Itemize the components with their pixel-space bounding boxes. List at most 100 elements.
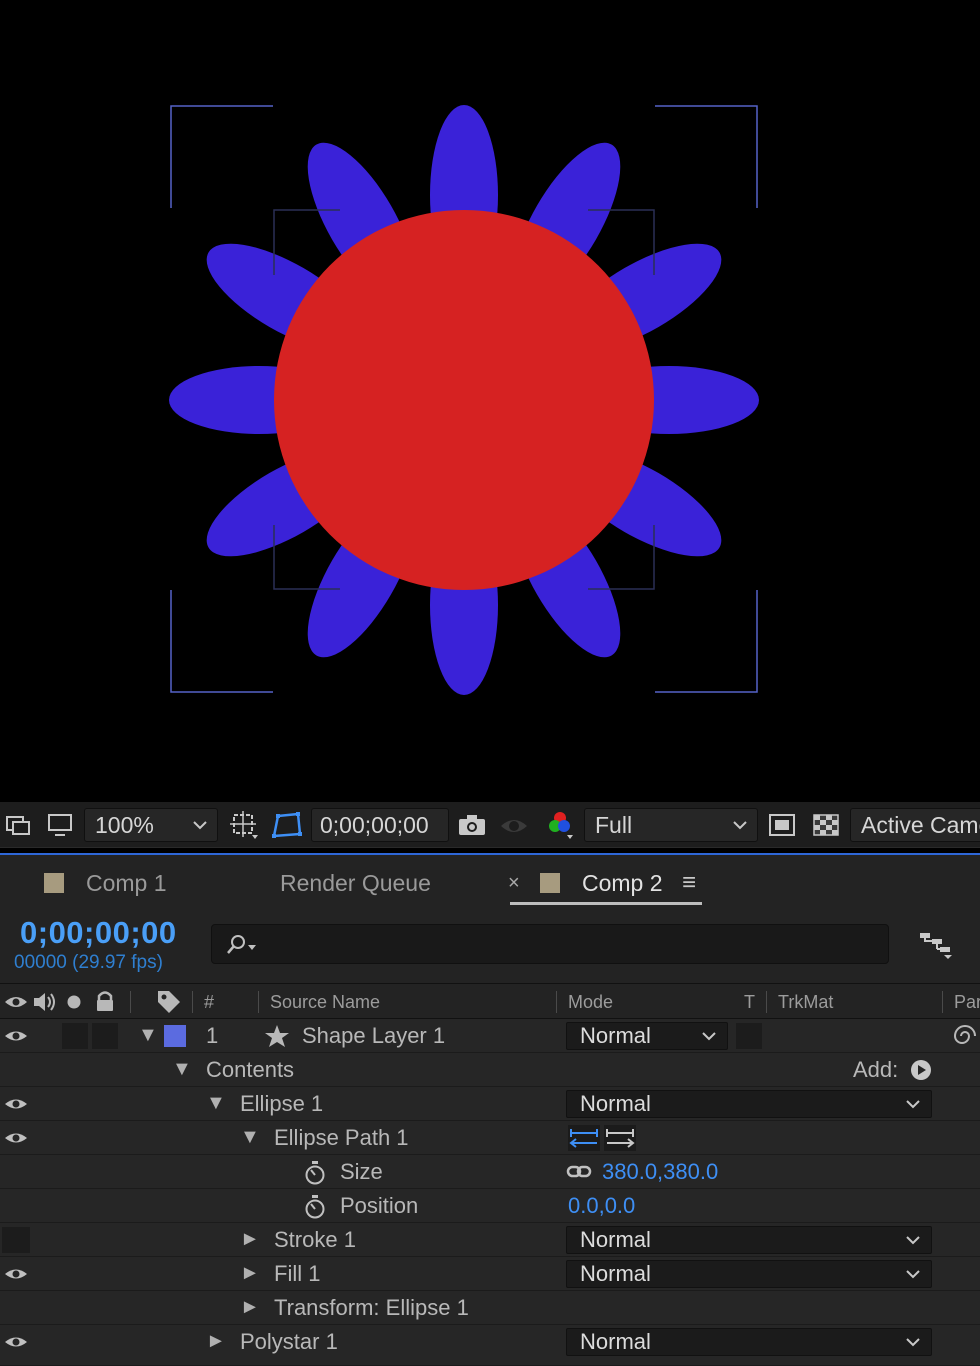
column-parent[interactable]: Parent (954, 992, 980, 1013)
tab-render-queue[interactable]: Render Queue (280, 855, 431, 911)
add-play-icon[interactable] (910, 1059, 932, 1081)
property-row-stroke-1[interactable]: ► Stroke 1 Normal (0, 1223, 980, 1257)
stopwatch-icon[interactable] (304, 1195, 326, 1219)
triangle-down-icon[interactable]: ▼ (206, 1092, 226, 1115)
search-icon (227, 935, 256, 954)
fill-mode-dropdown[interactable]: Normal (566, 1260, 932, 1288)
stroke-mode-dropdown[interactable]: Normal (566, 1226, 932, 1254)
tab-label: Comp 2 (582, 869, 663, 896)
triangle-down-icon[interactable]: ▼ (172, 1058, 192, 1081)
path-direction-normal-icon[interactable] (568, 1125, 600, 1151)
property-label: Position (340, 1193, 419, 1218)
column-divider[interactable] (766, 991, 767, 1013)
solo-dot-icon[interactable] (66, 994, 82, 1010)
audio-speaker-icon[interactable] (32, 990, 58, 1014)
layer-number: 1 (206, 1023, 219, 1048)
position-value[interactable]: 0.0,0.0 (568, 1193, 635, 1219)
property-row-contents[interactable]: ▼ Contents Add: (0, 1053, 980, 1087)
size-value[interactable]: 380.0,380.0 (602, 1159, 718, 1185)
property-row-size[interactable]: Size 380.0,380.0 (0, 1155, 980, 1189)
show-snapshot-icon[interactable] (497, 808, 531, 842)
search-input[interactable] (211, 924, 889, 964)
property-row-ellipse-path-1[interactable]: ▼ Ellipse Path 1 (0, 1121, 980, 1155)
polystar-mode-dropdown[interactable]: Normal (566, 1328, 932, 1356)
active-tab-indicator (510, 902, 702, 905)
property-row-polystar-1[interactable]: ► Polystar 1 Normal (0, 1325, 980, 1366)
transparency-grid-icon[interactable] (810, 808, 842, 842)
comp-flowchart-icon[interactable] (918, 929, 954, 966)
triangle-right-icon[interactable]: ► (206, 1330, 226, 1353)
fast-previews-icon[interactable] (766, 808, 798, 842)
region-of-interest-icon[interactable] (226, 808, 262, 842)
column-divider[interactable] (942, 991, 943, 1013)
triangle-right-icon[interactable]: ► (240, 1262, 260, 1285)
composition-canvas[interactable] (0, 0, 980, 802)
composition-viewer[interactable] (0, 0, 980, 802)
camera-icon[interactable] (455, 808, 489, 842)
layer-row-shape-layer-1[interactable]: ▼ 1 Shape Layer 1 Normal (0, 1019, 980, 1053)
column-trkmat[interactable]: TrkMat (778, 992, 833, 1013)
zoom-dropdown[interactable]: 100% (84, 808, 218, 842)
mode-value: Normal (580, 1329, 651, 1354)
visibility-switch-off[interactable] (2, 1227, 30, 1253)
layer-label-color[interactable] (164, 1025, 186, 1047)
viewer-timecode-value: 0;00;00;00 (320, 811, 429, 838)
tab-comp-1[interactable]: Comp 1 (44, 855, 167, 911)
eye-icon[interactable] (4, 1334, 28, 1350)
monitor-icon[interactable] (44, 808, 76, 842)
mode-value: Normal (580, 1227, 651, 1252)
stopwatch-icon[interactable] (304, 1161, 326, 1185)
current-time-display[interactable]: 0;00;00;00 (20, 915, 177, 951)
triangle-right-icon[interactable]: ► (240, 1228, 260, 1251)
chevron-down-icon (702, 1032, 716, 1041)
property-label: Transform: Ellipse 1 (274, 1295, 469, 1320)
mode-value: Normal (580, 1091, 651, 1116)
eye-icon[interactable] (4, 1096, 28, 1112)
column-divider[interactable] (258, 991, 259, 1013)
column-divider[interactable] (192, 991, 193, 1013)
always-preview-icon[interactable] (4, 808, 34, 842)
camera-value: Active Camera (861, 811, 980, 838)
preserve-transparency-switch[interactable] (736, 1023, 762, 1049)
ellipse-mode-dropdown[interactable]: Normal (566, 1090, 932, 1118)
triangle-down-icon[interactable]: ▼ (240, 1126, 260, 1149)
camera-dropdown[interactable]: Active Camera (850, 808, 980, 842)
eye-icon[interactable] (4, 1028, 28, 1044)
property-row-ellipse-1[interactable]: ▼ Ellipse 1 Normal (0, 1087, 980, 1121)
layer-name[interactable]: Shape Layer 1 (302, 1023, 445, 1049)
chevron-down-icon (906, 1338, 920, 1347)
column-source-name[interactable]: Source Name (270, 992, 380, 1013)
property-row-fill-1[interactable]: ► Fill 1 Normal (0, 1257, 980, 1291)
ellipse-shape[interactable] (274, 210, 654, 590)
tab-label: Comp 1 (86, 869, 167, 896)
eye-icon[interactable] (4, 1266, 28, 1282)
property-row-transform-ellipse-1[interactable]: ► Transform: Ellipse 1 (0, 1291, 980, 1325)
resolution-dropdown[interactable]: Full (584, 808, 758, 842)
mask-path-visibility-icon[interactable] (268, 808, 306, 842)
label-tag-icon[interactable] (156, 989, 182, 1015)
constrain-proportions-link-icon[interactable] (566, 1162, 592, 1182)
parent-pickwhip-icon[interactable] (952, 1024, 978, 1048)
color-channels-icon[interactable] (543, 808, 577, 842)
video-eye-icon[interactable] (4, 993, 28, 1011)
viewer-timecode[interactable]: 0;00;00;00 (311, 808, 449, 842)
column-number[interactable]: # (204, 992, 214, 1013)
hamburger-menu-icon: ≡ (682, 869, 697, 896)
column-divider[interactable] (556, 991, 557, 1013)
layer-mode-dropdown[interactable]: Normal (566, 1022, 728, 1050)
solo-switch[interactable] (62, 1023, 88, 1049)
property-row-position[interactable]: Position 0.0,0.0 (0, 1189, 980, 1223)
path-direction-reversed-icon[interactable] (604, 1125, 636, 1151)
column-divider[interactable] (130, 991, 131, 1013)
property-label: Size (340, 1159, 383, 1184)
lock-switch[interactable] (92, 1023, 118, 1049)
timeline-column-header: # Source Name Mode T TrkMat Parent (0, 983, 980, 1019)
property-label: Contents (206, 1057, 295, 1082)
column-t[interactable]: T (744, 992, 755, 1013)
triangle-down-icon[interactable]: ▼ (138, 1024, 158, 1047)
triangle-right-icon[interactable]: ► (240, 1296, 260, 1319)
lock-icon[interactable] (94, 989, 116, 1013)
timeline-header: 0;00;00;00 00000 (29.97 fps) (0, 911, 980, 983)
column-mode[interactable]: Mode (568, 992, 613, 1013)
eye-icon[interactable] (4, 1130, 28, 1146)
